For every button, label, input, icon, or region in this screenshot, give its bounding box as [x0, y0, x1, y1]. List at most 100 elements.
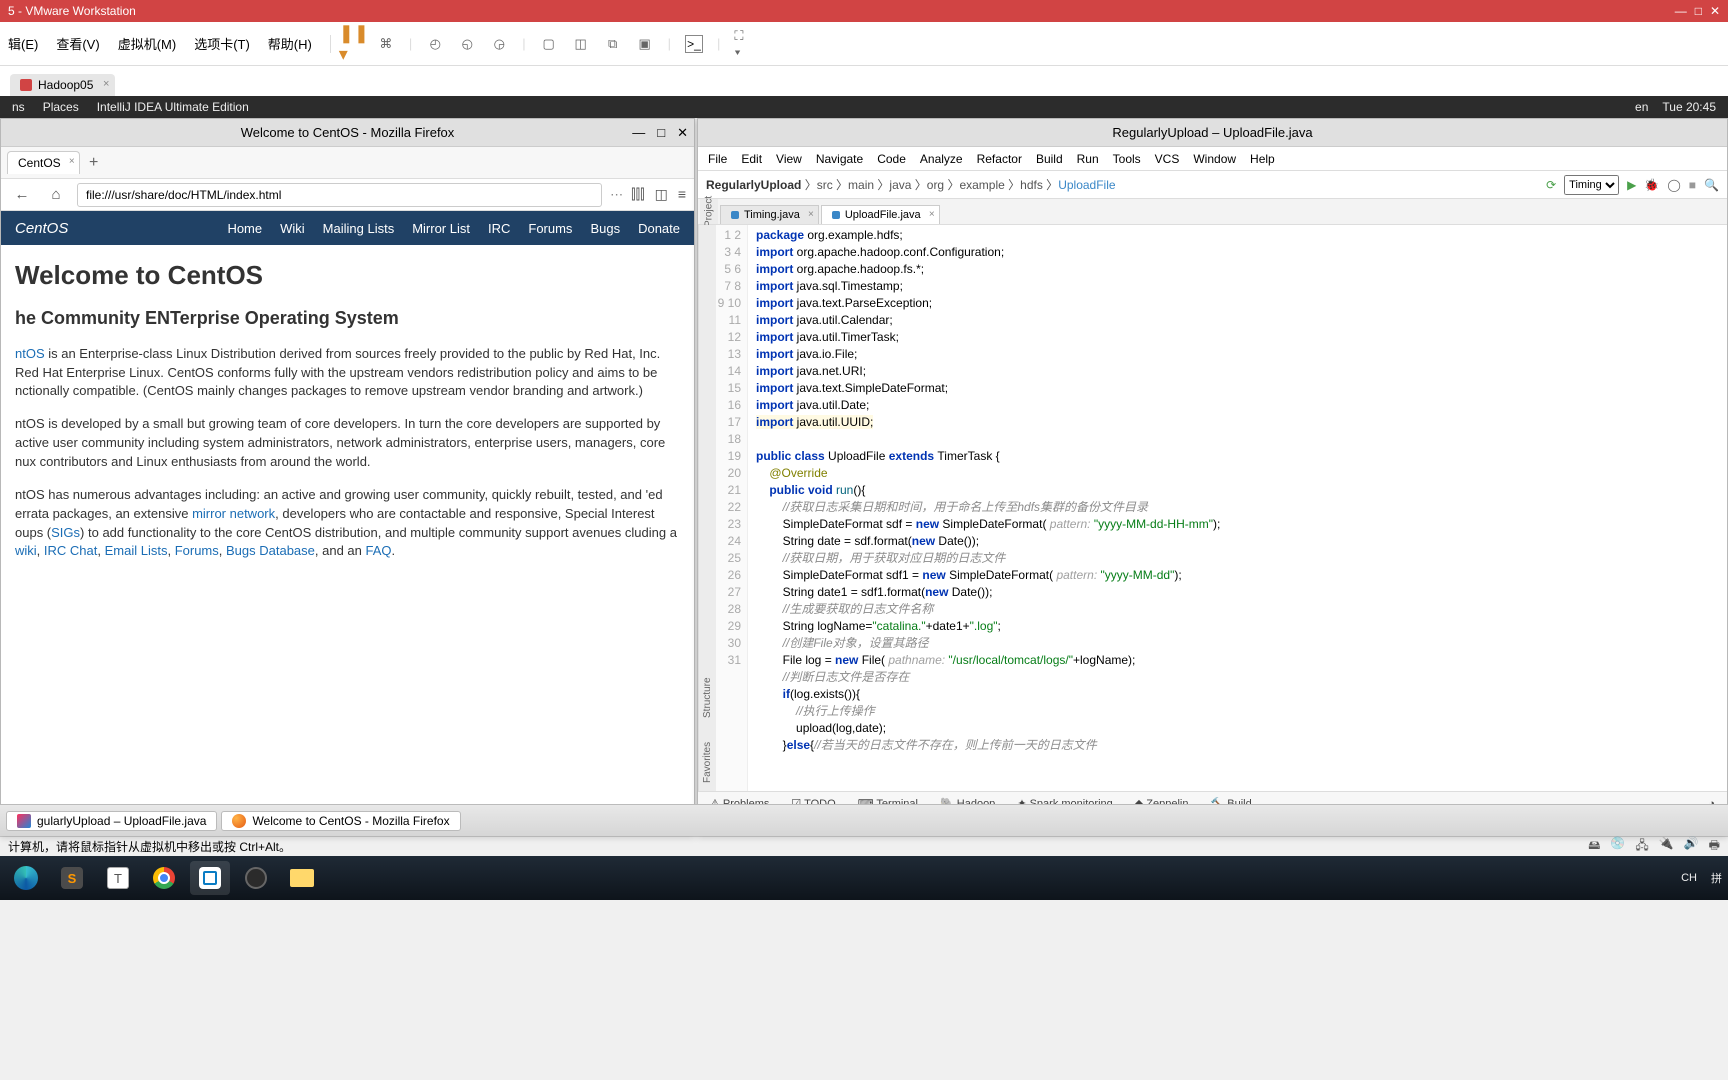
enter-vm-icon[interactable]: >_ [685, 35, 703, 53]
nav-wiki[interactable]: Wiki [280, 221, 305, 236]
gnome-app-label[interactable]: IntelliJ IDEA Ultimate Edition [97, 100, 249, 114]
editor-tab-uploadfile[interactable]: UploadFile.java× [821, 205, 940, 224]
device-printer-icon[interactable]: 🖶 [1709, 836, 1720, 857]
menu-window[interactable]: Window [1193, 152, 1236, 166]
gnome-places[interactable]: Places [43, 100, 79, 114]
device-cd-icon[interactable]: 💿 [1610, 836, 1625, 857]
menu-build[interactable]: Build [1036, 152, 1063, 166]
link-irc[interactable]: IRC Chat [44, 543, 97, 558]
menu-edit[interactable]: 辑(E) [8, 34, 38, 53]
close-icon[interactable]: × [929, 209, 935, 220]
editor-tab-timing[interactable]: Timing.java× [720, 205, 819, 224]
close-icon[interactable]: ✕ [677, 125, 688, 141]
close-icon[interactable]: × [69, 156, 75, 167]
menu-analyze[interactable]: Analyze [920, 152, 963, 166]
link-forums[interactable]: Forums [175, 543, 219, 558]
device-sound-icon[interactable]: 🔊 [1684, 836, 1699, 857]
menu-tools[interactable]: Tools [1113, 152, 1141, 166]
nav-bugs[interactable]: Bugs [590, 221, 620, 236]
view-single-icon[interactable]: ▢ [540, 35, 558, 53]
minimize-icon[interactable]: — [1675, 4, 1687, 18]
library-icon[interactable]: ⫿⫿⫿ [631, 186, 644, 203]
vmware-tab-hadoop05[interactable]: Hadoop05 × [10, 74, 115, 96]
menu-code[interactable]: Code [877, 152, 906, 166]
view-split-icon[interactable]: ◫ [572, 35, 590, 53]
url-input[interactable] [77, 183, 602, 207]
device-usb-icon[interactable]: 🔌 [1659, 836, 1674, 857]
nav-mirror[interactable]: Mirror List [412, 221, 470, 236]
stop-icon[interactable]: ■ [1689, 178, 1696, 192]
taskbar-chrome[interactable] [144, 861, 184, 895]
taskbar-edge[interactable] [6, 861, 46, 895]
pause-icon[interactable]: ❚❚ ▾ [345, 35, 363, 53]
view-unity-icon[interactable]: ⧉ [604, 35, 622, 53]
menu-vcs[interactable]: VCS [1155, 152, 1180, 166]
taskbar-obs[interactable] [236, 861, 276, 895]
menu-edit[interactable]: Edit [741, 152, 762, 166]
more-icon[interactable]: ⋯ [610, 187, 623, 203]
build-icon[interactable]: ⟳ [1546, 178, 1556, 192]
nav-home[interactable]: Home [227, 221, 262, 236]
link-mirror[interactable]: mirror network [192, 506, 275, 521]
taskbar-vmware[interactable] [190, 861, 230, 895]
menu-refactor[interactable]: Refactor [977, 152, 1022, 166]
new-tab-button[interactable]: + [84, 153, 104, 173]
close-icon[interactable]: × [103, 78, 109, 90]
link-wiki[interactable]: wiki [15, 543, 37, 558]
menu-help[interactable]: 帮助(H) [268, 34, 312, 53]
menu-vm[interactable]: 虚拟机(M) [118, 34, 177, 53]
menu-icon[interactable]: ≡ [678, 186, 686, 203]
view-console-icon[interactable]: ▣ [636, 35, 654, 53]
search-icon[interactable]: 🔍 [1704, 178, 1719, 192]
minimize-icon[interactable]: — [632, 125, 645, 141]
menu-run[interactable]: Run [1077, 152, 1099, 166]
taskbar-firefox[interactable]: Welcome to CentOS - Mozilla Firefox [221, 811, 460, 831]
sidebar-icon[interactable]: ◫ [655, 186, 668, 203]
home-icon[interactable]: ⌂ [43, 186, 69, 203]
menu-help[interactable]: Help [1250, 152, 1275, 166]
coverage-icon[interactable]: ◯ [1667, 178, 1680, 192]
nav-irc[interactable]: IRC [488, 221, 510, 236]
maximize-icon[interactable]: □ [1695, 4, 1702, 18]
tray-ime[interactable]: CH [1681, 872, 1697, 884]
run-icon[interactable]: ▶ [1627, 178, 1636, 192]
link-email[interactable]: Email Lists [105, 543, 168, 558]
device-hdd-icon[interactable]: 🖴 [1588, 836, 1600, 857]
snapshot-manage-icon[interactable]: ◶ [490, 35, 508, 53]
menu-view[interactable]: View [776, 152, 802, 166]
run-config-select[interactable]: Timing [1564, 175, 1619, 195]
link-centos[interactable]: ntOS [15, 346, 45, 361]
sidebar-structure[interactable]: Structure [702, 677, 713, 718]
back-icon[interactable]: ← [9, 186, 35, 203]
breadcrumb[interactable]: RegularlyUpload 〉src 〉main 〉java 〉org 〉e… [706, 176, 1116, 193]
taskbar-explorer[interactable] [282, 861, 322, 895]
nav-mailing[interactable]: Mailing Lists [323, 221, 395, 236]
taskbar-sublime[interactable]: S [52, 861, 92, 895]
left-tool-strip[interactable]: Favorites Structure [698, 225, 716, 791]
menu-view[interactable]: 查看(V) [56, 34, 99, 53]
tray-keyboard[interactable]: 拼 [1711, 870, 1722, 886]
gnome-clock[interactable]: Tue 20:45 [1662, 100, 1716, 114]
menu-navigate[interactable]: Navigate [816, 152, 863, 166]
close-icon[interactable]: ✕ [1710, 4, 1720, 18]
link-sigs[interactable]: SIGs [51, 525, 80, 540]
nav-donate[interactable]: Donate [638, 221, 680, 236]
gnome-applications[interactable]: ns [12, 100, 25, 114]
snapshot-take-icon[interactable]: ◴ [426, 35, 444, 53]
link-bugsdb[interactable]: Bugs Database [226, 543, 315, 558]
snapshot-revert-icon[interactable]: ◵ [458, 35, 476, 53]
maximize-icon[interactable]: □ [657, 125, 665, 141]
code-area[interactable]: package org.example.hdfs; import org.apa… [748, 225, 1228, 791]
menu-file[interactable]: File [708, 152, 727, 166]
taskbar-notepad[interactable]: T [98, 861, 138, 895]
nav-forums[interactable]: Forums [528, 221, 572, 236]
taskbar-intellij[interactable]: gularlyUpload – UploadFile.java [6, 811, 217, 831]
menu-tabs[interactable]: 选项卡(T) [194, 34, 250, 53]
code-editor[interactable]: 1 2 3 4 5 6 7 8 9 10 11 12 13 14 15 16 1… [716, 225, 1727, 791]
gnome-lang[interactable]: en [1635, 100, 1648, 114]
intellij-titlebar[interactable]: RegularlyUpload – UploadFile.java [698, 119, 1727, 147]
firefox-titlebar[interactable]: Welcome to CentOS - Mozilla Firefox — □ … [1, 119, 694, 147]
fullscreen-icon[interactable]: ⛶ ▾ [734, 35, 752, 53]
firefox-tab[interactable]: CentOS × [7, 151, 80, 174]
debug-icon[interactable]: 🐞 [1644, 178, 1659, 192]
